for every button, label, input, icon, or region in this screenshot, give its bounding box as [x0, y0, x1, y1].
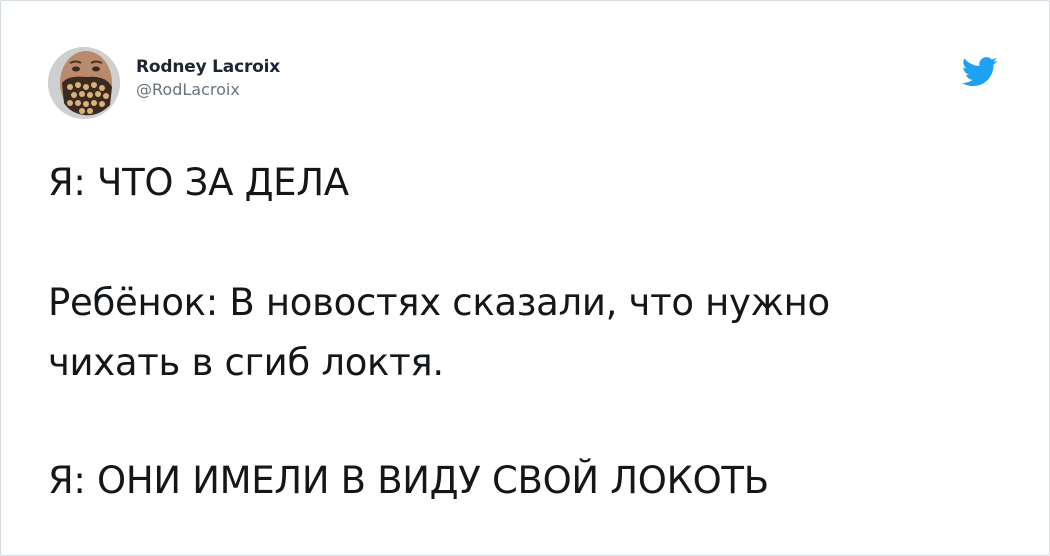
- tweet-line-2: Ребёнок: В новостях сказали, что нужно ч…: [48, 281, 830, 384]
- twitter-bird-icon[interactable]: [961, 57, 998, 87]
- tweet-text: Я: ЧТО ЗА ДЕЛА Ребёнок: В новостях сказа…: [48, 153, 1008, 511]
- author-names: Rodney Lacroix @RodLacroix: [136, 56, 280, 101]
- avatar-image: [48, 47, 120, 119]
- avatar[interactable]: [48, 47, 120, 119]
- author-handle[interactable]: @RodLacroix: [136, 79, 280, 101]
- twitter-bird-svg: [961, 57, 998, 87]
- tweet-card: Rodney Lacroix @RodLacroix Я: ЧТО ЗА ДЕЛ…: [0, 0, 1050, 556]
- tweet-line-3: Я: ОНИ ИМЕЛИ В ВИДУ СВОЙ ЛОКОТЬ: [48, 459, 769, 502]
- tweet-header: Rodney Lacroix @RodLacroix: [48, 47, 280, 119]
- author-display-name[interactable]: Rodney Lacroix: [136, 56, 280, 78]
- tweet-line-1: Я: ЧТО ЗА ДЕЛА: [48, 161, 349, 204]
